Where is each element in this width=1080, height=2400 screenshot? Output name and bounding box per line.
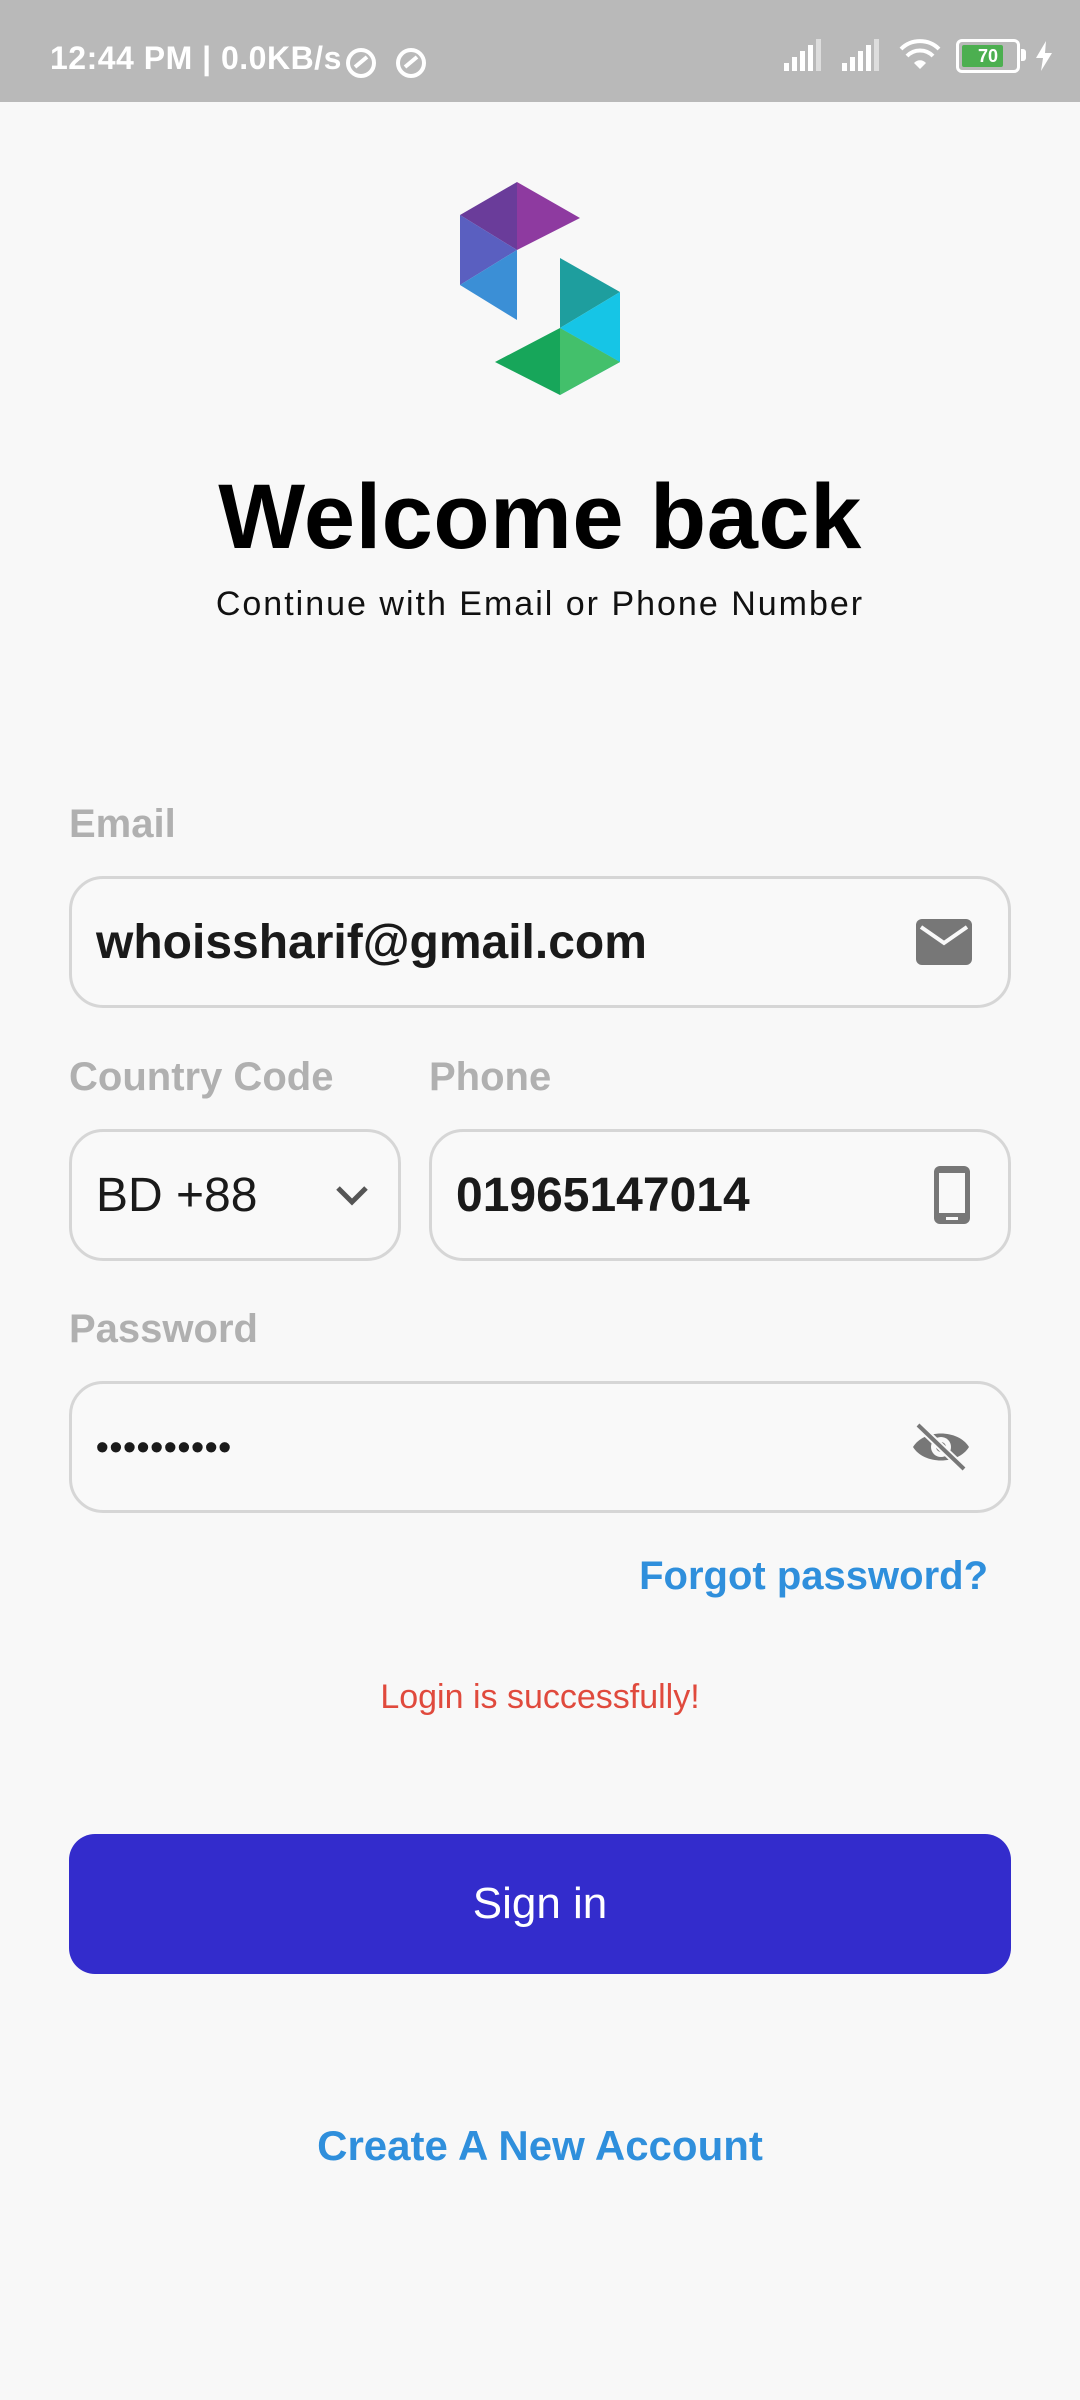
wifi-icon bbox=[899, 39, 941, 69]
charging-icon bbox=[1036, 41, 1052, 71]
mail-icon bbox=[916, 919, 972, 965]
email-value: whoissharif@gmail.com bbox=[96, 915, 647, 969]
phone-field[interactable]: 01965147014 bbox=[429, 1129, 1011, 1261]
email-label: Email bbox=[69, 802, 176, 846]
password-value: •••••••••• bbox=[96, 1426, 233, 1467]
chevron-down-icon bbox=[336, 1186, 368, 1206]
password-field[interactable]: •••••••••• bbox=[69, 1381, 1011, 1513]
eye-off-icon[interactable] bbox=[910, 1421, 972, 1473]
country-code-select[interactable]: BD +88 bbox=[69, 1129, 401, 1261]
signal-icon bbox=[784, 39, 821, 71]
status-bar: 12:44 PM | 0.0KB/s 70 bbox=[0, 0, 1080, 102]
phone-value: 01965147014 bbox=[456, 1168, 750, 1222]
page-subtitle: Continue with Email or Phone Number bbox=[215, 585, 865, 623]
country-code-value: BD +88 bbox=[96, 1168, 258, 1222]
create-account-link[interactable]: Create A New Account bbox=[0, 2122, 1080, 2170]
sync-icon bbox=[346, 48, 376, 78]
signal-icon bbox=[842, 39, 879, 71]
password-label: Password bbox=[69, 1307, 258, 1351]
phone-label: Phone bbox=[429, 1055, 552, 1099]
email-field[interactable]: whoissharif@gmail.com bbox=[69, 876, 1011, 1008]
sign-in-button[interactable]: Sign in bbox=[69, 1834, 1011, 1974]
smartphone-icon bbox=[934, 1166, 970, 1224]
battery-level: 70 bbox=[977, 45, 999, 66]
status-message: Login is successfully! bbox=[380, 1678, 700, 1716]
forgot-password-link[interactable]: Forgot password? bbox=[639, 1554, 988, 1599]
country-code-label: Country Code bbox=[69, 1055, 334, 1099]
status-time: 12:44 PM | 0.0KB/s bbox=[50, 40, 342, 76]
app-logo bbox=[460, 182, 620, 395]
battery-icon: 70 bbox=[956, 39, 1026, 73]
sync-icon bbox=[396, 48, 426, 78]
page-title: Welcome back bbox=[218, 466, 862, 568]
